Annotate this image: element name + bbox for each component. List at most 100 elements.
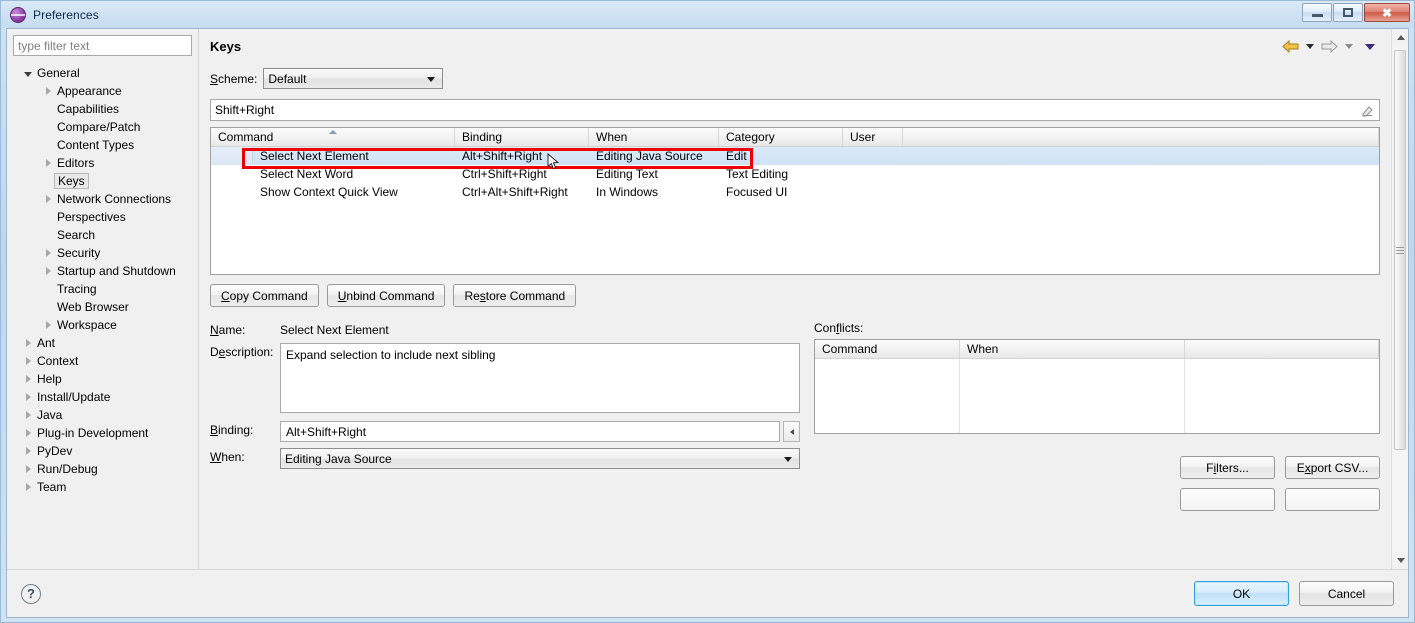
column-header-user[interactable]: User [843,128,903,146]
sidebar-item-java[interactable]: Java [13,406,192,424]
sidebar-item-perspectives[interactable]: Perspectives [13,208,192,226]
chevron-right-icon[interactable] [41,87,55,95]
table-row[interactable]: Select Next Word Ctrl+Shift+Right Editing … [211,165,1379,183]
chevron-right-icon[interactable] [41,321,55,329]
sidebar-item-context[interactable]: Context [13,352,192,370]
scrollbar-thumb[interactable] [1394,50,1406,450]
sort-ascending-icon [328,130,337,134]
sidebar-item-label: Network Connections [57,192,172,206]
binding-insert-button[interactable] [783,421,800,442]
sidebar-item-run-debug[interactable]: Run/Debug [13,460,192,478]
sidebar-item-tracing[interactable]: Tracing [13,280,192,298]
close-button[interactable]: ✖ [1364,3,1410,22]
page-vertical-scrollbar[interactable] [1391,29,1408,569]
conflicts-column-header-label: When [967,342,999,356]
conflicts-column-header-command[interactable]: Command [815,340,960,358]
export-csv-button[interactable]: Ex port CSV... [1285,456,1380,479]
content-area: type filter text General Appearance Capabi… [7,29,1408,569]
sidebar-item-workspace[interactable]: Workspace [13,316,192,334]
when-select[interactable]: Editing Java Source [280,448,800,469]
sidebar-item-content-types[interactable]: Content Types [13,136,192,154]
filters-button[interactable]: Fi lters... [1180,456,1275,479]
conflicts-column-header-blank[interactable] [1185,340,1379,358]
forward-arrow-icon[interactable] [1321,40,1338,53]
key-bindings-table[interactable]: Command Binding When Category User Select Ne… [210,127,1380,275]
sidebar-item-keys[interactable]: Keys [13,172,192,190]
chevron-right-icon[interactable] [21,447,35,455]
sidebar-item-label: Tracing [57,282,97,296]
ok-button[interactable]: OK [1194,581,1289,606]
sidebar-item-compare-patch[interactable]: Compare/Patch [13,118,192,136]
sidebar-item-ant[interactable]: Ant [13,334,192,352]
chevron-down-icon[interactable] [21,70,35,77]
sidebar-item-label: Search [57,228,96,242]
cancel-button[interactable]: Cancel [1299,581,1394,606]
chevron-right-icon[interactable] [21,339,35,347]
back-history-chevron-down-icon[interactable] [1306,44,1314,49]
table-row[interactable]: Show Context Quick View Ctrl+Alt+Shift+Ri… [211,183,1379,201]
help-question-icon[interactable]: ? [21,583,41,604]
sidebar-item-label: General [37,66,80,80]
sidebar-item-general[interactable]: General [13,64,192,82]
scheme-select[interactable]: Default [263,68,444,89]
table-row[interactable]: Select Next Element Alt+Shift+Right Editin… [211,147,1379,165]
chevron-right-icon[interactable] [21,483,35,491]
description-label: Description: [210,345,274,359]
chevron-down-icon [784,457,792,462]
conflicts-label: Conflicts: [814,321,864,335]
scrollbar-track[interactable] [1392,46,1408,552]
view-menu-chevron-down-icon[interactable] [1365,43,1375,50]
sidebar-item-pydev[interactable]: PyDev [13,442,192,460]
chevron-right-icon[interactable] [41,249,55,257]
sidebar-item-label: Content Types [57,138,135,152]
maximize-button[interactable] [1333,3,1363,22]
description-textarea[interactable]: Expand selection to include next sibling [280,343,800,413]
scroll-down-button[interactable] [1392,552,1408,569]
sidebar-item-install-update[interactable]: Install/Update [13,388,192,406]
conflicts-table[interactable]: Command When [814,339,1380,434]
forward-history-chevron-down-icon[interactable] [1345,44,1353,49]
chevron-right-icon[interactable] [41,267,55,275]
unbind-command-button[interactable]: Unbind Command [326,284,446,307]
column-header-category[interactable]: Category [719,128,843,146]
restore-command-button[interactable]: Re s tore Command [453,284,577,307]
column-header-command[interactable]: Command [211,128,455,146]
conflicts-column-header-when[interactable]: When [960,340,1185,358]
chevron-right-icon[interactable] [21,357,35,365]
binding-search-input[interactable]: Shift+Right [210,99,1380,121]
minimize-button[interactable] [1302,3,1332,22]
chevron-right-icon[interactable] [21,375,35,383]
back-arrow-icon[interactable] [1282,40,1299,53]
eraser-icon[interactable] [1361,104,1374,117]
sidebar-item-editors[interactable]: Editors [13,154,192,172]
filter-placeholder-text: type filter text [18,38,90,53]
chevron-right-icon[interactable] [41,159,55,167]
clipped-button-left[interactable] [1180,488,1275,511]
sidebar-item-search[interactable]: Search [13,226,192,244]
column-header-label: When [596,130,628,144]
chevron-right-icon[interactable] [21,465,35,473]
when-label: When: [210,450,245,464]
sidebar-item-plug-in-development[interactable]: Plug-in Development [13,424,192,442]
column-header-binding[interactable]: Binding [455,128,589,146]
column-header-when[interactable]: When [589,128,719,146]
sidebar-item-help[interactable]: Help [13,370,192,388]
chevron-right-icon[interactable] [21,393,35,401]
filter-input[interactable]: type filter text [13,35,192,56]
sidebar-item-team[interactable]: Team [13,478,192,496]
sidebar-item-startup-and-shutdown[interactable]: Startup and Shutdown [13,262,192,280]
chevron-right-icon[interactable] [21,429,35,437]
sidebar-item-capabilities[interactable]: Capabilities [13,100,192,118]
chevron-right-icon[interactable] [21,411,35,419]
scroll-up-button[interactable] [1392,29,1408,46]
chevron-right-icon[interactable] [41,195,55,203]
sidebar-item-web-browser[interactable]: Web Browser [13,298,192,316]
window-titlebar: Preferences ✖ [1,1,1414,28]
binding-input[interactable]: Alt+Shift+Right [280,421,780,442]
keys-page-scrollport: Keys Scheme: Default Shift+Right Command… [199,29,1391,569]
sidebar-item-security[interactable]: Security [13,244,192,262]
copy-command-button[interactable]: Copy Command [210,284,319,307]
sidebar-item-network-connections[interactable]: Network Connections [13,190,192,208]
clipped-button-right[interactable] [1285,488,1380,511]
sidebar-item-appearance[interactable]: Appearance [13,82,192,100]
